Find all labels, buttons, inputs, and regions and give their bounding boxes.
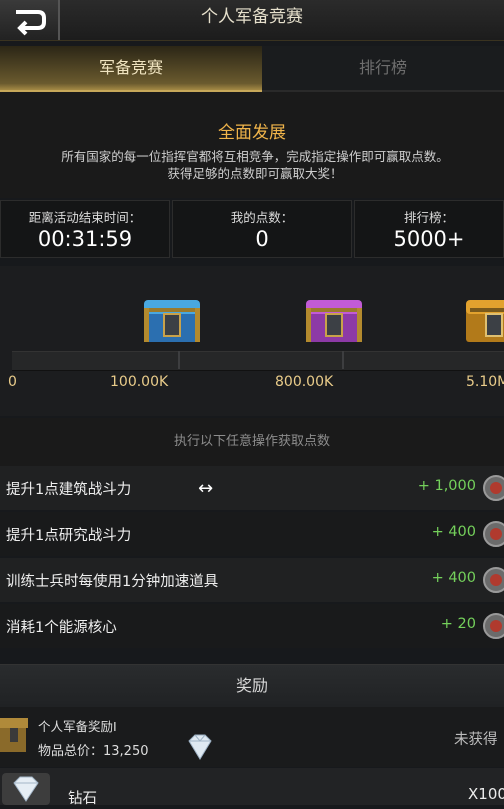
milestone-progress-area (0, 266, 504, 416)
time-left-label: 距离活动结束时间： (28, 210, 142, 225)
milestone-tick (342, 351, 344, 369)
rank-box[interactable]: 排行榜： 5000+ (354, 200, 504, 258)
cursor-icon: ↔ (198, 478, 214, 499)
task-row: 消耗1个能源核心 + 20 (0, 604, 504, 648)
milestone-label-0: 0 (8, 374, 17, 390)
task-points: + 20 (440, 616, 476, 632)
event-description: 所有国家的每一位指挥官都将互相竞争，完成指定操作即可赢取点数。 获得足够的点数即… (6, 148, 504, 182)
milestone-label-3: 5.10M (466, 374, 504, 390)
diamond-icon (13, 776, 39, 802)
my-points-box: 我的点数： 0 (172, 200, 352, 258)
diamond-icon (188, 734, 212, 760)
milestone-tick (178, 351, 180, 369)
my-points-label: 我的点数： (230, 210, 294, 225)
rank-value: 5000+ (393, 227, 465, 251)
task-row: 训练士兵时每使用1分钟加速道具 + 400 (0, 558, 504, 602)
event-description-line1: 所有国家的每一位指挥官都将互相竞争，完成指定操作即可赢取点数。 (61, 149, 449, 164)
diamond-item-icon[interactable] (2, 773, 50, 805)
progress-track (12, 351, 504, 371)
time-left-box: 距离活动结束时间： 00:31:59 (0, 200, 170, 258)
rewards-header: 奖励 (0, 664, 504, 707)
medal-icon (483, 567, 504, 593)
task-label: 提升1点建筑战斗力 (6, 482, 132, 498)
tab-leaderboard[interactable]: 排行榜 (262, 46, 504, 92)
time-left-value: 00:31:59 (37, 227, 133, 251)
medal-icon (483, 521, 504, 547)
task-row: 提升1点研究战斗力 + 400 (0, 512, 504, 556)
milestone-label-1: 100.00K (110, 374, 169, 390)
reward-box-icon (0, 718, 28, 752)
tab-arms-race[interactable]: 军备竞赛 (0, 46, 262, 92)
page-title: 个人军备竞赛 (201, 7, 303, 27)
event-theme-title: 全面发展 (218, 123, 286, 143)
reward-tier-title: 个人军备奖励I (38, 719, 117, 734)
tasks-header: 执行以下任意操作获取点数 (0, 418, 504, 466)
task-label: 训练士兵时每使用1分钟加速道具 (6, 574, 219, 590)
medal-icon (483, 613, 504, 639)
task-points: + 1,000 (417, 478, 476, 494)
gold-chest-icon[interactable] (462, 294, 504, 346)
my-points-value: 0 (255, 227, 269, 251)
reward-total-value: 物品总价：13,250 (38, 744, 149, 759)
event-info-panel (0, 92, 504, 198)
purple-chest-icon[interactable] (302, 294, 366, 346)
task-points: + 400 (431, 524, 476, 540)
task-row: 提升1点建筑战斗力 + 1,000 (0, 466, 504, 510)
event-description-line2: 获得足够的点数即可赢取大奖！ (167, 166, 343, 181)
task-label: 消耗1个能源核心 (6, 620, 117, 636)
task-label: 提升1点研究战斗力 (6, 528, 132, 544)
reward-item-quantity: X100 (468, 785, 504, 803)
medal-icon (483, 475, 504, 501)
rank-label: 排行榜： (403, 210, 454, 225)
reward-status: 未获得 (454, 732, 498, 748)
task-points: + 400 (431, 570, 476, 586)
blue-chest-icon[interactable] (140, 294, 204, 346)
milestone-label-2: 800.00K (275, 374, 334, 390)
